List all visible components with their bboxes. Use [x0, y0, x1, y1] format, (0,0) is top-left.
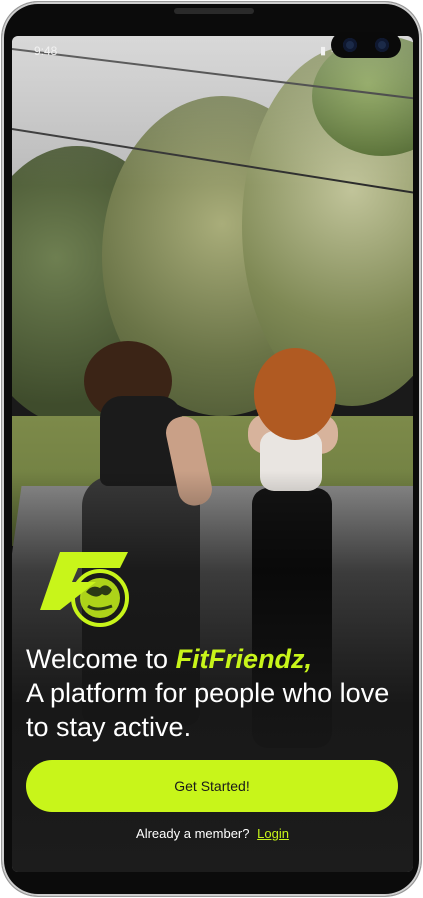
member-prompt: Already a member?: [136, 826, 250, 841]
welcome-prefix: Welcome to: [26, 644, 176, 674]
welcome-heading: Welcome to FitFriendz, A platform for pe…: [26, 642, 406, 744]
brand-name: FitFriendz,: [175, 644, 313, 674]
camera-lens-icon: [343, 38, 357, 52]
app-screen: 9:48 ▮ ◂ ≋ 31 % Welcome to FitFriendz, A…: [12, 36, 413, 872]
tagline: A platform for people who love to stay a…: [26, 678, 390, 742]
fitfriendz-logo: [38, 548, 148, 628]
member-login-row: Already a member? Login: [12, 826, 413, 841]
dark-gradient-overlay: [12, 36, 413, 872]
login-link[interactable]: Login: [257, 826, 289, 841]
phone-frame: 9:48 ▮ ◂ ≋ 31 % Welcome to FitFriendz, A…: [2, 2, 421, 896]
camera-lens-icon: [375, 38, 389, 52]
get-started-button[interactable]: Get Started!: [26, 760, 398, 812]
front-camera-icon: [331, 32, 401, 58]
status-time: 9:48: [34, 44, 58, 58]
speaker-slot: [174, 8, 254, 14]
